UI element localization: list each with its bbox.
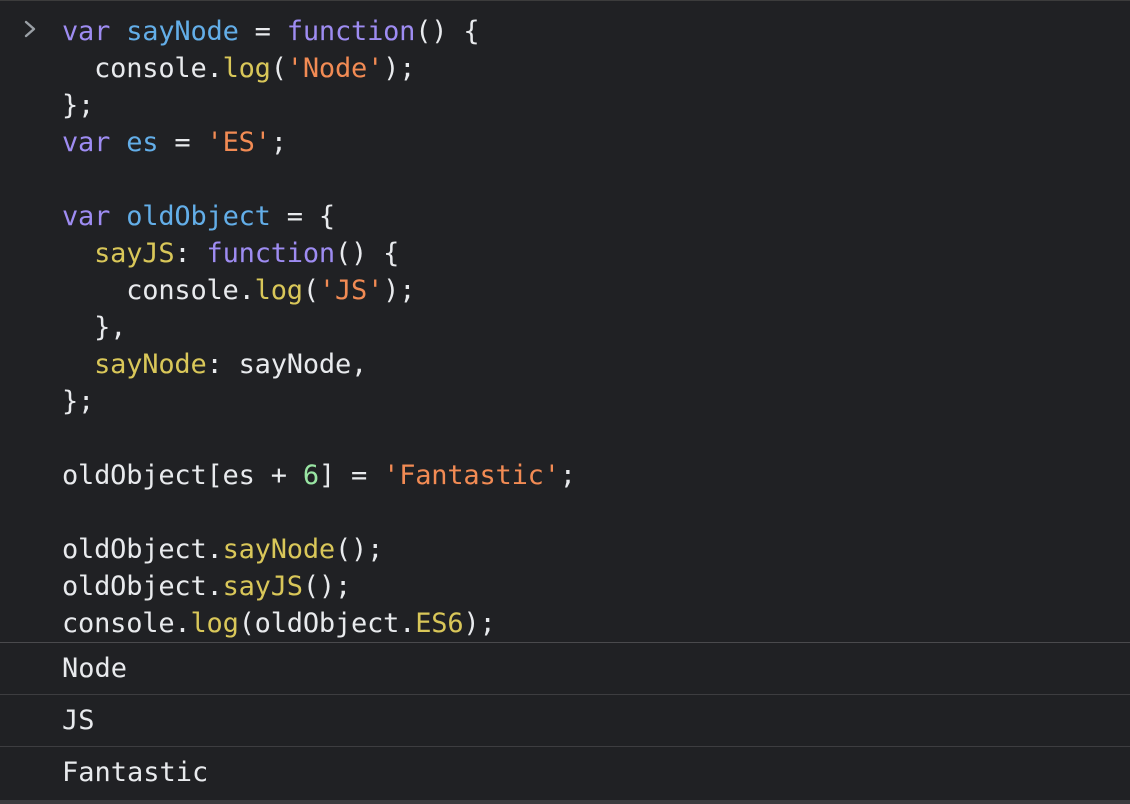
code-token: () { [334,238,400,269]
code-token: (); [334,534,384,565]
console-output-text: Node [62,653,128,684]
code-line: }; [62,383,1130,420]
code-token: var [62,127,111,158]
code-token: : [174,238,207,269]
code-token: }; [62,386,95,417]
code-line: oldObject.sayJS(); [62,568,1130,605]
code-line: var oldObject = { [62,198,1130,235]
code-token: () { [415,16,480,47]
code-line: }; [62,87,1130,124]
code-token: es [126,127,159,158]
code-token: console. [62,608,191,639]
code-line: sayJS: function() { [62,235,1130,272]
code-token: ; [559,460,576,491]
code-token: ( [270,53,287,84]
code-token: ); [463,608,496,639]
console-output-text: JS [62,705,95,736]
code-token: (); [302,571,352,602]
code-token: sayNode [94,349,207,380]
code-token: ( [302,275,319,306]
code-token: log [222,53,271,84]
chevron-right-icon [22,20,38,38]
code-token: var [62,201,111,232]
code-token: ] = [318,460,384,491]
code-token: 6 [302,460,319,491]
console-input-entry[interactable]: var sayNode = function() { console.log('… [0,1,1130,642]
console-output-row[interactable]: Fantastic [0,746,1130,798]
code-token: (oldObject. [238,608,416,639]
code-token: }; [62,90,95,121]
code-token: function [206,238,336,269]
code-line: var sayNode = function() { [62,13,1130,50]
code-line: oldObject.sayNode(); [62,531,1130,568]
code-line: sayNode: sayNode, [62,346,1130,383]
code-token: ); [383,275,416,306]
code-token: var [62,16,111,47]
console-output-row[interactable]: Node [0,642,1130,694]
code-line: console.log('JS'); [62,272,1130,309]
code-token: log [190,608,239,639]
code-token: 'JS' [318,275,384,306]
console-bottom-border [0,800,1130,804]
code-token: : sayNode, [206,349,368,380]
code-token: oldObject. [62,571,223,602]
console-output-row[interactable]: JS [0,694,1130,746]
code-token: ES6 [415,608,464,639]
code-token: = { [270,201,335,232]
code-token: oldObject [126,201,271,232]
code-token: function [286,16,416,47]
code-line: oldObject[es + 6] = 'Fantastic'; [62,457,1130,494]
code-token: ); [383,53,416,84]
code-token: = [238,16,287,47]
code-token: console. [62,53,223,84]
code-line: console.log('Node'); [62,50,1130,87]
code-token: oldObject[es + [62,460,303,491]
code-token: sayJS [94,238,175,269]
code-token: 'Fantastic' [383,460,560,491]
code-token: }, [62,312,127,343]
console-output-text: Fantastic [62,757,209,788]
devtools-console: var sayNode = function() { console.log('… [0,0,1130,804]
code-token: sayNode [222,534,336,565]
code-token: ; [270,127,287,158]
code-token: log [254,275,303,306]
console-output-list: Node JS Fantastic [0,642,1130,798]
code-line: console.log(oldObject.ES6); [62,605,1130,642]
code-block: var sayNode = function() { console.log('… [62,13,1130,642]
code-token: console. [62,275,255,306]
code-token: 'Node' [286,53,384,84]
code-token: oldObject. [62,534,223,565]
code-line: }, [62,309,1130,346]
code-token: sayJS [222,571,303,602]
code-line: var es = 'ES'; [62,124,1130,161]
code-token: sayNode [126,16,239,47]
code-token: = [158,127,207,158]
code-token: 'ES' [206,127,271,158]
